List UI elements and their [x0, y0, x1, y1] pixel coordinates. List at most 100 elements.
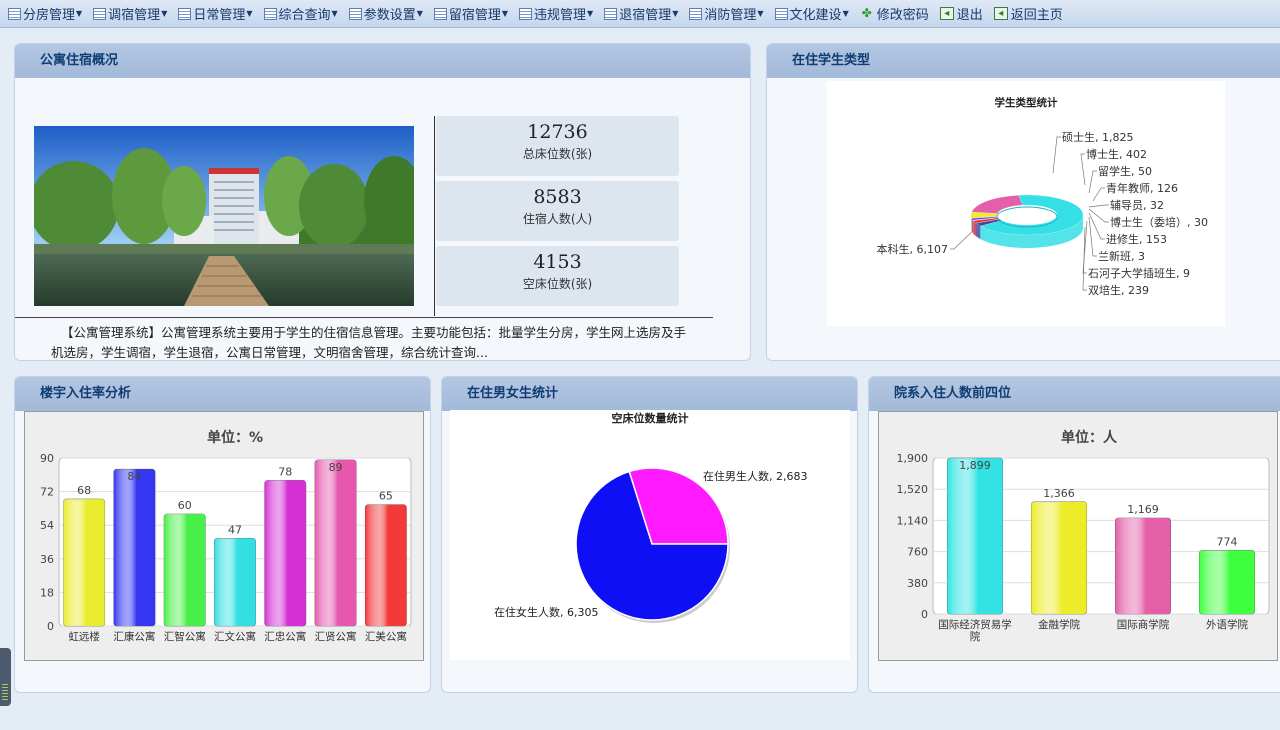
list-icon: [689, 7, 703, 20]
menu-item-2[interactable]: 日常管理 ▼: [176, 3, 257, 25]
pie-label: 兰新班, 3: [1098, 249, 1145, 263]
menu-item-label: 违规管理: [534, 8, 587, 23]
menu-item-label: 调宿管理: [108, 8, 161, 23]
bar-highlight: [314, 459, 357, 626]
list-icon: [93, 7, 107, 20]
y-tick-label: 1,520: [897, 483, 929, 496]
x-tick-label: 汇美公寓: [365, 630, 407, 643]
total-beds-box: 12736 总床位数(张): [436, 116, 679, 176]
list-icon: [263, 7, 277, 20]
pie-label: 在住男生人数, 2,683: [703, 469, 807, 483]
side-collapse-handle[interactable]: [0, 648, 11, 706]
campus-photo: [34, 126, 414, 306]
departments-panel: 院系入住人数前四位 单位：人 0 380 760 1,140 1,520 1,900 1,89…: [868, 376, 1280, 693]
x-tick-label: 国际商学院: [1117, 618, 1170, 631]
pie-label: 博士生（委培）, 30: [1110, 215, 1208, 229]
chevron-down-icon: ▼: [842, 9, 849, 18]
bar-highlight: [214, 538, 256, 626]
chart-unit-label: 单位：人: [1061, 429, 1118, 446]
menu-item-6[interactable]: 违规管理 ▼: [517, 3, 598, 25]
data-label: 1,899: [959, 459, 991, 472]
empty-beds-box: 4153 空床位数(张): [436, 246, 679, 306]
bar-highlight: [1031, 501, 1087, 614]
x-tick-label: 汇康公寓: [113, 630, 155, 643]
list-icon: [8, 7, 21, 20]
pie-label: 辅导员, 32: [1110, 198, 1164, 212]
menu-item-1[interactable]: 调宿管理 ▼: [91, 3, 172, 25]
key-icon: ✤: [861, 6, 872, 20]
bar-highlight: [365, 504, 407, 626]
chevron-down-icon: ▼: [161, 9, 168, 18]
chevron-down-icon: ▼: [246, 9, 253, 18]
overview-panel-title: 公寓住宿概况: [15, 44, 750, 78]
menu-item-label: 消防管理: [704, 8, 757, 23]
x-tick-label: 汇智公寓: [164, 630, 206, 643]
pie-label: 博士生, 402: [1086, 147, 1147, 161]
departments-panel-title: 院系入住人数前四位: [869, 377, 1280, 411]
menu-item-8[interactable]: 消防管理 ▼: [687, 3, 768, 25]
empty-beds-value: 4153: [533, 251, 582, 273]
x-tick-label: 虹远楼: [68, 630, 100, 643]
menu-item-0[interactable]: 分房管理 ▼: [6, 3, 87, 25]
leader-line: [1088, 216, 1097, 257]
exit-icon: ◂: [939, 7, 954, 20]
bar-highlight: [164, 514, 206, 626]
menu-item-7[interactable]: 退宿管理 ▼: [602, 3, 683, 25]
menu-item-11[interactable]: ◂ 退出: [938, 3, 988, 25]
menu-item-label: 退宿管理: [619, 8, 672, 23]
home-icon: ◂: [993, 7, 1008, 20]
menu-item-9[interactable]: 文化建设 ▼: [773, 3, 854, 25]
y-tick-label: 54: [40, 519, 54, 532]
list-icon: [348, 7, 362, 20]
bar-highlight: [264, 480, 306, 626]
menu-item-3[interactable]: 综合查询 ▼: [262, 3, 343, 25]
pie-label: 青年教师, 126: [1106, 181, 1178, 195]
list-icon: [178, 7, 192, 20]
x-tick-label: 外语学院: [1206, 618, 1248, 631]
data-label: 78: [278, 465, 292, 478]
chevron-down-icon: ▼: [501, 9, 509, 18]
overview-divider: [434, 116, 435, 316]
data-label: 68: [77, 484, 91, 497]
donut-slice-0[interactable]: [971, 194, 1023, 214]
pie-label: 石河子大学插班生, 9: [1088, 266, 1190, 280]
leader-line: [1082, 226, 1087, 291]
y-tick-label: 18: [40, 586, 54, 599]
pie-label: 进修生, 153: [1106, 232, 1167, 246]
pie-label: 双培生, 239: [1088, 283, 1149, 297]
x-tick-label: 汇贤公寓: [315, 630, 357, 643]
residents-label: 住宿人数(人): [522, 212, 593, 226]
residents-box: 8583 住宿人数(人): [436, 181, 679, 241]
list-icon: [519, 7, 533, 20]
total-beds-value: 12736: [527, 121, 588, 143]
bar-highlight: [113, 469, 156, 626]
leader-line: [1052, 136, 1061, 174]
menu-item-label: 退出: [956, 8, 983, 23]
x-tick-label: 金融学院: [1038, 618, 1080, 631]
chevron-down-icon: ▼: [416, 9, 423, 18]
bar-highlight: [1199, 550, 1255, 614]
y-tick-label: 72: [40, 486, 54, 499]
leader-line: [1088, 212, 1105, 240]
menu-item-label: 分房管理: [23, 8, 76, 23]
data-label: 1,366: [1043, 487, 1075, 500]
system-intro-text: 【公寓管理系统】公寓管理系统主要用于学生的住宿信息管理。主要功能包括：批量学生分…: [51, 325, 687, 360]
occupancy-chart: 单位：% 0 18 36 54 72 90 68 虹远楼 84 汇康公寓 60 汇智公寓 47 汇文公寓 78…: [24, 411, 424, 661]
leader-line: [1080, 153, 1086, 186]
student-types-panel: 在住学生类型 学生类型统计 硕士生, 1,825 博士生, 402 留学生, 50 青年…: [766, 43, 1280, 361]
y-tick-label: 1,900: [897, 452, 929, 465]
data-label: 60: [178, 499, 192, 512]
data-label: 65: [379, 490, 393, 503]
y-tick-label: 90: [40, 452, 54, 465]
menu-item-5[interactable]: 留宿管理 ▼: [432, 3, 513, 25]
leader-line: [1088, 204, 1109, 208]
menu-item-4[interactable]: 参数设置 ▼: [347, 3, 428, 25]
menu-item-12[interactable]: ◂ 返回主页: [992, 3, 1068, 25]
chevron-down-icon: ▼: [331, 9, 338, 18]
x-tick-label: 汇忠公寓: [264, 630, 306, 643]
bar-highlight: [1115, 518, 1171, 614]
menu-item-label: 留宿管理: [448, 8, 501, 23]
departments-chart: 单位：人 0 380 760 1,140 1,520 1,900 1,899 国际经济贸易学院 1…: [878, 411, 1278, 661]
y-tick-label: 0: [921, 608, 928, 621]
menu-item-10[interactable]: ✤ 修改密码: [858, 3, 934, 25]
